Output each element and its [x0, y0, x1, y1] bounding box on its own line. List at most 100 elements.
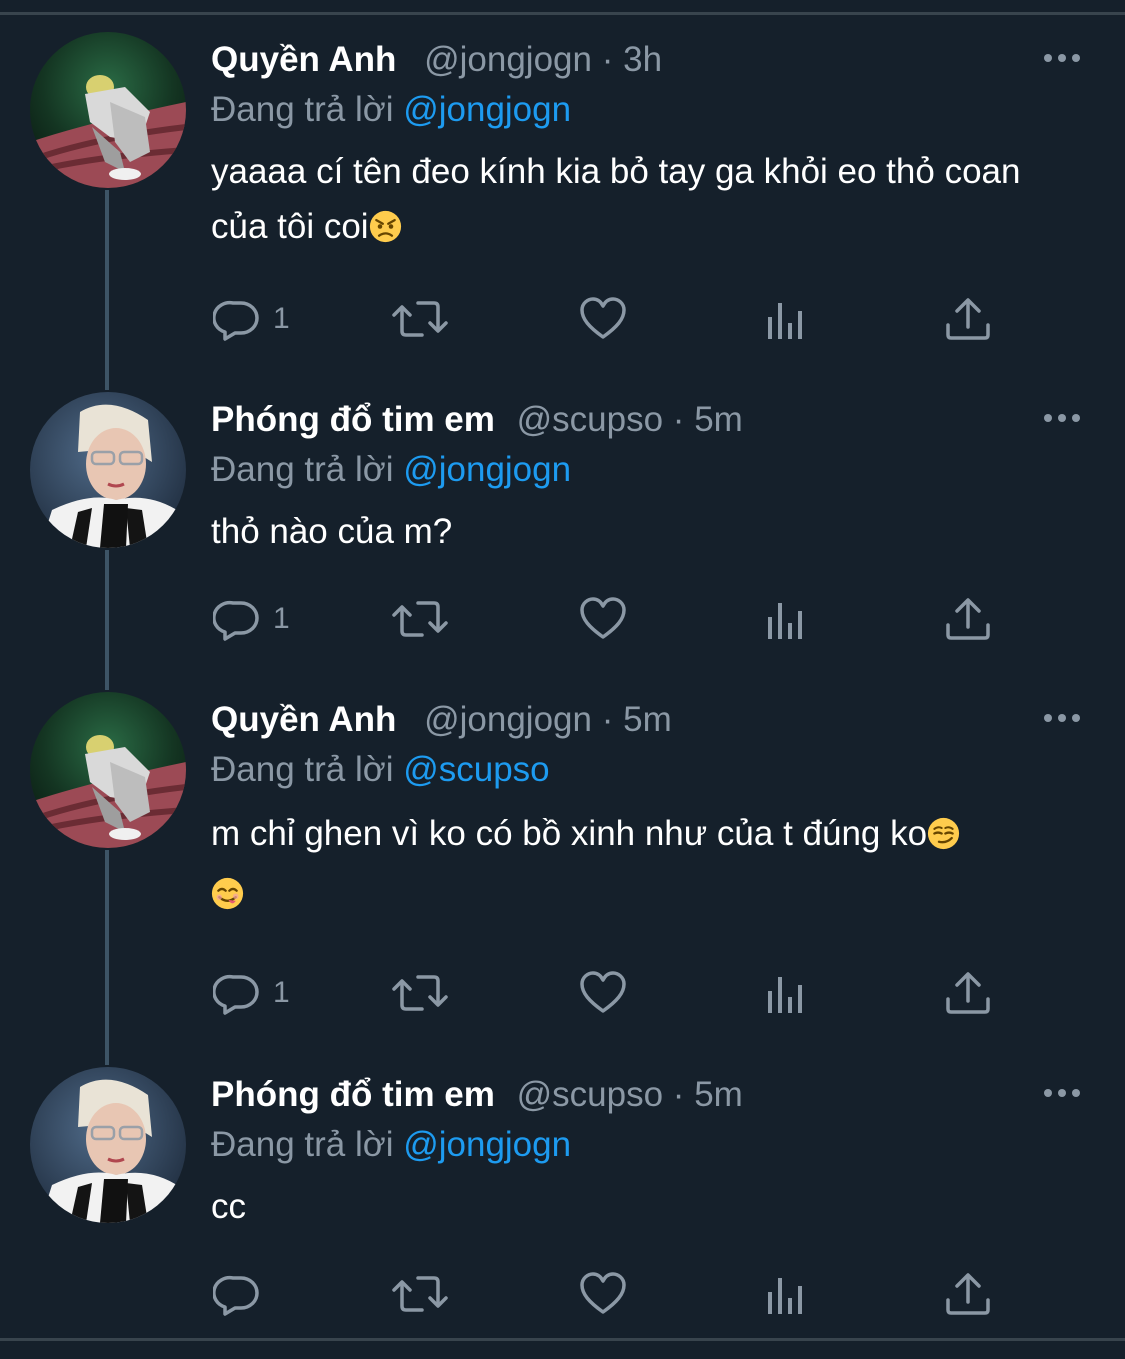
reply-icon	[213, 600, 259, 641]
share-icon	[946, 972, 990, 1014]
retweet-icon	[392, 975, 448, 1011]
separator-dot: ·	[601, 700, 614, 739]
display-name[interactable]: Phóng đổ tim em	[211, 1075, 495, 1114]
avatar[interactable]	[30, 392, 186, 548]
tweet-header: Quyền Anh @jongjogn · 5m	[211, 698, 672, 742]
tweet-header: Quyền Anh @jongjogn · 3h	[211, 38, 662, 82]
reply-button[interactable]	[213, 1269, 273, 1319]
separator-dot: ·	[601, 40, 614, 79]
quyen-anh-avatar-image	[30, 692, 186, 848]
retweet-icon	[392, 301, 448, 337]
heart-icon	[580, 1272, 626, 1314]
retweet-button[interactable]	[392, 594, 448, 644]
heart-icon	[580, 971, 626, 1013]
more-options-icon[interactable]	[1042, 46, 1082, 70]
like-button[interactable]	[579, 594, 627, 644]
like-button[interactable]	[579, 1269, 627, 1319]
more-options-icon[interactable]	[1042, 706, 1082, 730]
reply-count: 1	[273, 302, 290, 335]
mention-link[interactable]: @scupso	[403, 750, 549, 789]
replying-prefix: Đang trả lời	[211, 90, 394, 129]
replying-prefix: Đang trả lời	[211, 450, 394, 489]
timestamp[interactable]: 5m	[694, 1075, 743, 1114]
tweet-text-content: yaaaa cí tên đeo kính kia bỏ tay ga khỏi…	[211, 152, 1021, 246]
share-icon	[946, 598, 990, 640]
more-options-icon[interactable]	[1042, 1081, 1082, 1105]
more-options-icon[interactable]	[1042, 406, 1082, 430]
reply-count: 1	[273, 976, 290, 1009]
tweet[interactable]: Quyền Anh @jongjogn · 3h Đang trả lời @j…	[0, 32, 1125, 348]
mention-link[interactable]: @jongjogn	[403, 90, 571, 129]
tweet-text: cc	[211, 1179, 1071, 1234]
tweet-text: thỏ nào của m?	[211, 504, 1071, 559]
tweet-actions	[0, 1269, 1125, 1319]
tweet-text: yaaaa cí tên đeo kính kia bỏ tay ga khỏi…	[211, 144, 1071, 254]
user-handle[interactable]: @jongjogn	[424, 700, 592, 739]
user-handle[interactable]: @scupso	[517, 1075, 663, 1114]
bottom-divider	[0, 1338, 1125, 1341]
timestamp[interactable]: 5m	[694, 400, 743, 439]
mention-link[interactable]: @jongjogn	[403, 450, 571, 489]
display-name[interactable]: Quyền Anh	[211, 40, 396, 79]
retweet-icon	[392, 601, 448, 637]
share-button[interactable]	[944, 968, 992, 1018]
analytics-button[interactable]	[762, 294, 810, 344]
phong-avatar-image	[30, 1067, 186, 1223]
analytics-button[interactable]	[762, 594, 810, 644]
tweet[interactable]: Phóng đổ tim em @scupso · 5m Đang trả lờ…	[0, 392, 1125, 648]
heart-icon	[580, 597, 626, 639]
avatar[interactable]	[30, 692, 186, 848]
share-button[interactable]	[944, 1269, 992, 1319]
user-handle[interactable]: @jongjogn	[424, 40, 592, 79]
share-button[interactable]	[944, 294, 992, 344]
yum-face-emoji	[211, 877, 244, 910]
reply-button[interactable]: 1	[213, 594, 290, 644]
share-button[interactable]	[944, 594, 992, 644]
tweet-text: m chỉ ghen vì ko có bồ xinh như của t đú…	[211, 804, 1071, 924]
reply-icon	[213, 1275, 259, 1316]
analytics-icon	[768, 1278, 802, 1314]
avatar[interactable]	[30, 32, 186, 188]
separator-dot: ·	[672, 1075, 685, 1114]
retweet-button[interactable]	[392, 968, 448, 1018]
separator-dot: ·	[672, 400, 685, 439]
reply-button[interactable]: 1	[213, 968, 290, 1018]
display-name[interactable]: Phóng đổ tim em	[211, 400, 495, 439]
tweet-text-content: m chỉ ghen vì ko có bồ xinh như của t đú…	[211, 814, 928, 853]
analytics-button[interactable]	[762, 1269, 810, 1319]
mention-link[interactable]: @jongjogn	[403, 1125, 571, 1164]
reply-button[interactable]: 1	[213, 294, 290, 344]
avatar[interactable]	[30, 1067, 186, 1223]
like-button[interactable]	[579, 294, 627, 344]
like-button[interactable]	[579, 968, 627, 1018]
share-icon	[946, 298, 990, 340]
tweet-actions: 1	[0, 294, 1125, 344]
analytics-button[interactable]	[762, 968, 810, 1018]
analytics-icon	[768, 603, 802, 639]
share-icon	[946, 1273, 990, 1315]
replying-to: Đang trả lời @jongjogn	[211, 88, 571, 132]
replying-prefix: Đang trả lời	[211, 1125, 394, 1164]
display-name[interactable]: Quyền Anh	[211, 700, 396, 739]
user-handle[interactable]: @scupso	[517, 400, 663, 439]
reply-count: 1	[273, 602, 290, 635]
tweet[interactable]: Quyền Anh @jongjogn · 5m Đang trả lời @s…	[0, 692, 1125, 1018]
tweet-text-content: thỏ nào của m?	[211, 512, 453, 551]
thread-view: Quyền Anh @jongjogn · 3h Đang trả lời @j…	[0, 0, 1125, 1359]
replying-prefix: Đang trả lời	[211, 750, 394, 789]
reply-icon	[213, 974, 259, 1015]
tweet-actions: 1	[0, 594, 1125, 644]
timestamp[interactable]: 5m	[623, 700, 672, 739]
tweet-header: Phóng đổ tim em @scupso · 5m	[211, 1073, 743, 1117]
retweet-button[interactable]	[392, 294, 448, 344]
smirking-face-emoji	[928, 817, 960, 850]
timestamp[interactable]: 3h	[623, 40, 662, 79]
heart-icon	[580, 297, 626, 339]
replying-to: Đang trả lời @jongjogn	[211, 1123, 571, 1167]
replying-to: Đang trả lời @scupso	[211, 748, 550, 792]
analytics-icon	[768, 977, 802, 1013]
tweet[interactable]: Phóng đổ tim em @scupso · 5m Đang trả lờ…	[0, 1067, 1125, 1323]
tweet-actions: 1	[0, 968, 1125, 1018]
retweet-button[interactable]	[392, 1269, 448, 1319]
tweet-header: Phóng đổ tim em @scupso · 5m	[211, 398, 743, 442]
